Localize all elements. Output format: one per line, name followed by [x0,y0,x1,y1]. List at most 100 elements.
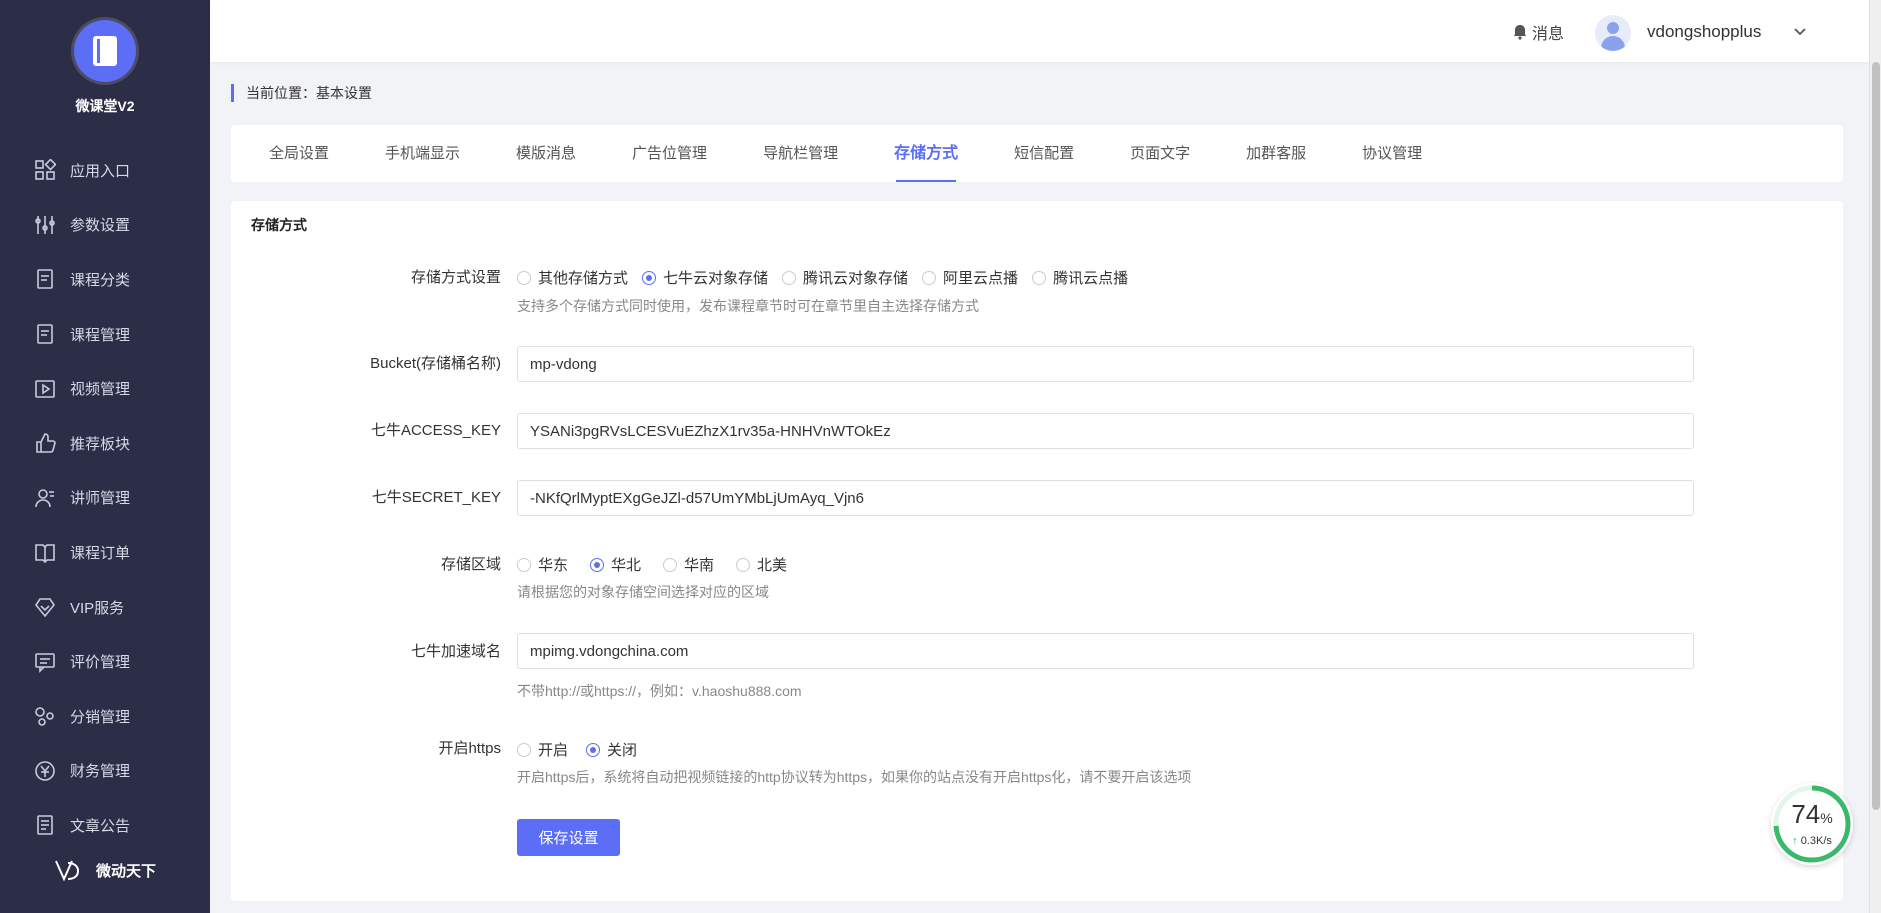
tab-storage[interactable]: 存储方式 [894,125,958,182]
user-icon [34,487,56,509]
secret-key-input[interactable] [517,480,1694,516]
chevron-down-icon[interactable] [1793,25,1807,39]
bucket-label: Bucket(存储桶名称) [370,355,501,372]
share-icon [34,705,56,727]
sidebar-item-app-entry[interactable]: 应用入口 [0,143,210,198]
document-icon [34,323,56,345]
https-hint: 开启https后，系统将自动把视频链接的http协议转为https，如果你的站点… [517,769,1192,785]
brand-logo-icon[interactable] [74,20,136,82]
sidebar-item-label: 课程管理 [70,326,131,344]
tab-sms[interactable]: 短信配置 [1014,125,1074,182]
sidebar-item-label: 财务管理 [70,763,131,781]
secret-key-label: 七牛SECRET_KEY [371,489,501,506]
sidebar-item-course-orders[interactable]: 课程订单 [0,525,210,580]
sliders-icon [34,214,56,236]
sidebar-menu: 应用入口 参数设置 课程分类 课程管理 视频管理 推荐板块 讲师管理 课程订单 [0,143,210,853]
sidebar-item-label: 推荐板块 [70,435,131,453]
access-key-input[interactable] [517,413,1694,449]
radio-https-off[interactable]: 关闭 [586,739,637,760]
sidebar-item-label: 文章公告 [70,817,131,835]
panel-title: 存储方式 [251,217,307,233]
tab-navbar[interactable]: 导航栏管理 [763,125,838,182]
sidebar-item-label: 课程订单 [70,544,131,562]
domain-label: 七牛加速域名 [410,643,501,660]
speed-rate: ↑ 0.3K/s [1792,835,1832,847]
sidebar-item-reviews[interactable]: 评价管理 [0,634,210,689]
footer-brand-name: 微动天下 [96,862,157,880]
play-icon [34,378,56,400]
grid-icon [34,159,56,181]
sidebar-item-params[interactable]: 参数设置 [0,198,210,253]
https-label: 开启https [438,740,501,757]
storage-method-hint: 支持多个存储方式同时使用，发布课程章节时可在章节里自主选择存储方式 [517,298,979,314]
document-icon [34,268,56,290]
https-radios: 开启 关闭 [517,739,651,760]
yen-icon [34,760,56,782]
sidebar-item-video-management[interactable]: 视频管理 [0,361,210,416]
comment-icon [34,651,56,673]
domain-input[interactable] [517,633,1694,669]
sidebar-item-distribution[interactable]: 分销管理 [0,689,210,744]
speed-percent: 74% [1791,799,1833,829]
messages-link[interactable]: 消息 [1512,20,1564,44]
thumbs-up-icon [34,432,56,454]
sidebar-item-recommend[interactable]: 推荐板块 [0,416,210,471]
save-button[interactable]: 保存设置 [517,819,620,856]
domain-hint: 不带http://或https://，例如：v.haoshu888.com [517,683,802,699]
footer-brand: 微动天下 [52,855,156,885]
tab-agreements[interactable]: 协议管理 [1362,125,1422,182]
vd-logo-icon [55,860,80,882]
sidebar-item-vip[interactable]: VIP服务 [0,580,210,635]
radio-qiniu-storage[interactable]: 七牛云对象存储 [642,267,768,288]
radio-other-storage[interactable]: 其他存储方式 [517,267,628,288]
access-key-label: 七牛ACCESS_KEY [370,422,501,439]
radio-tencent-vod[interactable]: 腾讯云点播 [1032,267,1128,288]
brand-name: 微课堂V2 [75,98,135,114]
sidebar: 微课堂V2 应用入口 参数设置 课程分类 课程管理 视频管理 推荐板块 讲师管理… [0,0,210,913]
sidebar-item-finance[interactable]: 财务管理 [0,744,210,799]
region-label: 存储区域 [440,556,501,573]
storage-method-label: 存储方式设置 [410,269,501,286]
topbar: 消息 vdongshopplus [210,0,1869,62]
network-speed-widget[interactable]: 74% ↑ 0.3K/s [1771,783,1853,865]
radio-aliyun-vod[interactable]: 阿里云点播 [922,267,1018,288]
sidebar-item-course-management[interactable]: 课程管理 [0,307,210,362]
sidebar-item-label: 视频管理 [70,381,131,399]
sidebar-item-label: 分销管理 [70,708,131,726]
settings-tabs: 全局设置 手机端显示 模版消息 广告位管理 导航栏管理 存储方式 短信配置 页面… [231,125,1843,182]
sidebar-item-lecturers[interactable]: 讲师管理 [0,471,210,526]
sidebar-item-label: 应用入口 [70,162,131,180]
diamond-icon [34,596,56,618]
radio-region-east[interactable]: 华东 [517,554,568,575]
bell-icon [1514,25,1526,40]
scrollbar-thumb[interactable] [1872,62,1880,810]
storage-method-radios: 其他存储方式 七牛云对象存储 腾讯云对象存储 阿里云点播 腾讯云点播 [517,267,1142,288]
tab-template-messages[interactable]: 模版消息 [516,125,576,182]
sidebar-item-label: VIP服务 [70,599,125,617]
sidebar-item-label: 评价管理 [70,654,131,672]
article-icon [34,814,56,836]
tab-group-service[interactable]: 加群客服 [1246,125,1306,182]
sidebar-item-course-category[interactable]: 课程分类 [0,252,210,307]
username[interactable]: vdongshopplus [1647,22,1761,42]
tab-mobile-display[interactable]: 手机端显示 [385,125,460,182]
radio-tencent-cos[interactable]: 腾讯云对象存储 [782,267,908,288]
messages-label: 消息 [1532,26,1565,43]
sidebar-item-label: 课程分类 [70,271,131,289]
tab-page-text[interactable]: 页面文字 [1130,125,1190,182]
radio-region-south[interactable]: 华南 [663,554,714,575]
tab-ad-slots[interactable]: 广告位管理 [632,125,707,182]
bucket-input[interactable] [517,346,1694,382]
avatar[interactable] [1595,15,1631,51]
arrow-up-icon: ↑ [1792,835,1798,847]
radio-region-north[interactable]: 华北 [590,554,641,575]
radio-https-on[interactable]: 开启 [517,739,568,760]
sidebar-item-label: 讲师管理 [70,490,131,508]
brand: 微课堂V2 [0,20,210,116]
sidebar-item-articles[interactable]: 文章公告 [0,798,210,853]
page-scrollbar[interactable] [1869,0,1881,913]
tab-global-settings[interactable]: 全局设置 [269,125,329,182]
storage-settings-panel: 存储方式 存储方式设置 其他存储方式 七牛云对象存储 腾讯云对象存储 阿里云点播… [231,201,1843,901]
book-icon [34,541,56,564]
radio-region-na[interactable]: 北美 [736,554,787,575]
